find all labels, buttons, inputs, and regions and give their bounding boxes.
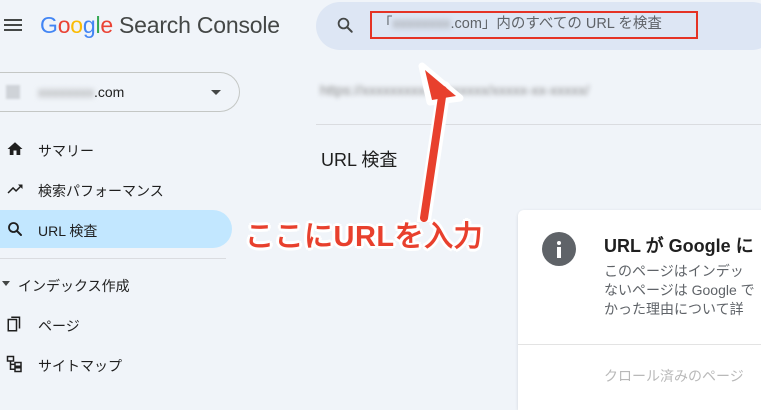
- sidebar-item-summary[interactable]: サマリー: [0, 130, 232, 168]
- logo-letter: e: [100, 12, 113, 38]
- pages-icon: [7, 316, 21, 332]
- card-divider: [518, 344, 761, 345]
- search-placeholder-domain: xxxxxxxx: [392, 16, 451, 32]
- sidebar-item-label: 検索パフォーマンス: [38, 183, 164, 199]
- url-inspection-search-bar[interactable]: 「xxxxxxxx.com」内のすべての URL を検査: [316, 2, 761, 50]
- annotation-arrow-icon: [417, 62, 464, 222]
- sitemap-icon: [6, 355, 22, 373]
- collapse-triangle-icon: [2, 281, 10, 286]
- card-description: このページはインデッ ないページは Google で かった理由について詳: [604, 263, 755, 317]
- product-name: Search Console: [119, 12, 280, 38]
- search-icon[interactable]: [336, 16, 354, 34]
- search-placeholder-prefix: 「: [378, 16, 393, 32]
- search-input[interactable]: 「xxxxxxxx.com」内のすべての URL を検査: [370, 11, 698, 39]
- trending-up-icon: [7, 184, 23, 194]
- property-name-blurred: xxxxxxxx: [38, 84, 94, 100]
- search-icon: [8, 222, 22, 236]
- card-footer-text: クロール済みのページ: [604, 368, 744, 384]
- dropdown-arrow-icon: [211, 90, 221, 95]
- google-search-console-logo[interactable]: Google Search Console: [40, 12, 280, 39]
- home-icon: [7, 142, 23, 155]
- logo-letter: G: [40, 12, 58, 38]
- card-title: URL が Google に: [604, 236, 754, 256]
- sidebar-item-pages[interactable]: ページ: [0, 305, 232, 343]
- logo-letter: g: [82, 12, 96, 38]
- sidebar-item-label: URL 検査: [38, 223, 98, 239]
- property-favicon: [6, 85, 20, 99]
- property-name: xxxxxxxx.com: [38, 84, 124, 100]
- annotation-label: ここにURLを入力: [245, 221, 484, 253]
- sidebar-item-url-inspection[interactable]: URL 検査: [0, 210, 232, 248]
- sidebar-item-label: ページ: [38, 318, 80, 334]
- inspection-result-card: URL が Google に このページはインデッ ないページは Google …: [518, 210, 761, 410]
- info-icon: [542, 232, 576, 266]
- sidebar-item-performance[interactable]: 検索パフォーマンス: [0, 170, 232, 208]
- sidebar-item-sitemaps[interactable]: サイトマップ: [0, 345, 232, 383]
- property-name-suffix: .com: [94, 84, 125, 100]
- sidebar-item-label: サイトマップ: [38, 358, 122, 374]
- sidebar-section-label: インデックス作成: [18, 278, 130, 294]
- property-selector[interactable]: xxxxxxxx.com: [0, 72, 240, 112]
- hamburger-menu-icon[interactable]: [4, 16, 24, 36]
- sidebar-item-label: サマリー: [38, 143, 94, 159]
- search-placeholder-suffix: .com」内のすべての URL を検査: [450, 16, 662, 32]
- sidebar-divider: [0, 258, 226, 259]
- logo-letter: o: [70, 12, 83, 38]
- logo-letter: o: [57, 12, 71, 38]
